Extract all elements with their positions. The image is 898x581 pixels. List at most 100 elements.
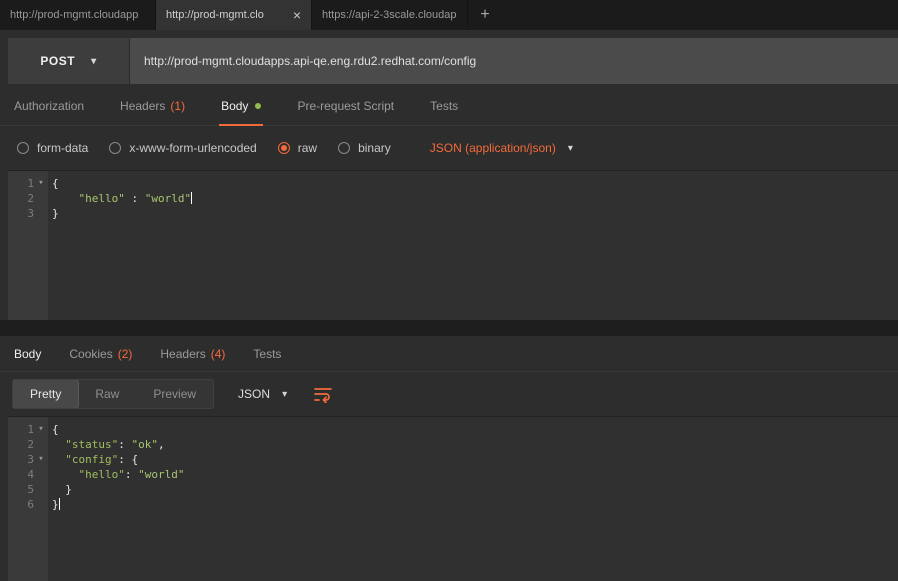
token-plain xyxy=(52,192,79,205)
mode-label: raw xyxy=(298,141,317,155)
tab-label: Body xyxy=(14,347,41,361)
code-text: } xyxy=(48,206,59,221)
token-plain xyxy=(52,468,79,481)
token-plain: { xyxy=(52,177,59,190)
token-string: "hello" xyxy=(79,192,125,205)
body-mode-row: form-data x-www-form-urlencoded raw bina… xyxy=(0,126,898,170)
tab-tests[interactable]: Tests xyxy=(428,86,460,125)
code-line[interactable]: 1▾ { xyxy=(8,176,898,191)
panel-splitter[interactable] xyxy=(0,320,898,336)
fold-spacer xyxy=(34,497,48,512)
close-icon[interactable]: × xyxy=(293,8,301,22)
code-line[interactable]: 1▾ { xyxy=(8,422,898,437)
fold-arrow-icon[interactable]: ▾ xyxy=(34,452,48,467)
code-line[interactable]: 3} xyxy=(8,206,898,221)
view-raw-button[interactable]: Raw xyxy=(78,380,136,408)
mode-binary[interactable]: binary xyxy=(338,141,391,155)
response-toolbar: Pretty Raw Preview JSON ▾ xyxy=(0,372,898,416)
line-number: 4 xyxy=(8,467,34,482)
line-number: 3 xyxy=(8,206,34,221)
request-tab-1[interactable]: http://prod-mgmt.cloudapp xyxy=(0,0,156,30)
code-text: "status": "ok", xyxy=(48,437,165,452)
tab-authorization[interactable]: Authorization xyxy=(12,86,86,125)
radio-form-data[interactable] xyxy=(17,142,29,154)
headers-count-badge: (1) xyxy=(170,99,185,113)
request-tab-3[interactable]: https://api-2-3scale.cloudap xyxy=(312,0,468,30)
wrap-text-button[interactable] xyxy=(313,385,333,403)
wrap-text-icon xyxy=(313,385,333,403)
token-plain: , xyxy=(158,438,165,451)
code-line[interactable]: 2 "hello" : "world" xyxy=(8,191,898,206)
code-line[interactable]: 4 "hello": "world" xyxy=(8,467,898,482)
api-client-window: http://prod-mgmt.cloudapp http://prod-mg… xyxy=(0,0,898,581)
request-url-input[interactable] xyxy=(130,38,898,84)
fold-arrow-icon[interactable]: ▾ xyxy=(34,176,48,191)
request-tab-label: https://api-2-3scale.cloudap xyxy=(322,9,457,21)
response-tab-headers[interactable]: Headers (4) xyxy=(160,347,225,361)
response-tab-body[interactable]: Body xyxy=(14,347,41,361)
line-number: 3 xyxy=(8,452,34,467)
mode-x-www-form-urlencoded[interactable]: x-www-form-urlencoded xyxy=(109,141,256,155)
http-method-dropdown[interactable]: POST ▾ xyxy=(8,38,130,84)
request-body-editor[interactable]: 1▾ {2 "hello" : "world"3} xyxy=(8,170,898,320)
view-preview-button[interactable]: Preview xyxy=(136,380,213,408)
tab-body[interactable]: Body xyxy=(219,86,263,125)
code-line[interactable]: 2 "status": "ok", xyxy=(8,437,898,452)
radio-binary[interactable] xyxy=(338,142,350,154)
headers-count-badge: (4) xyxy=(211,347,226,361)
fold-arrow-icon[interactable]: ▾ xyxy=(34,422,48,437)
request-editor-lines: 1▾ {2 "hello" : "world"3} xyxy=(8,176,898,221)
content-type-dropdown[interactable]: JSON (application/json) ▾ xyxy=(430,141,573,155)
fold-spacer xyxy=(34,437,48,452)
token-key: "config" xyxy=(65,453,118,466)
code-text: { xyxy=(48,422,59,437)
response-tab-tests[interactable]: Tests xyxy=(253,347,281,361)
view-pretty-button[interactable]: Pretty xyxy=(13,380,78,408)
fold-spacer xyxy=(34,191,48,206)
code-text: } xyxy=(48,497,60,512)
line-number: 2 xyxy=(8,437,34,452)
radio-raw[interactable] xyxy=(278,142,290,154)
chevron-down-icon: ▾ xyxy=(282,389,287,400)
code-line[interactable]: 3▾ "config": { xyxy=(8,452,898,467)
line-number: 6 xyxy=(8,497,34,512)
token-plain: } xyxy=(52,498,59,511)
fold-spacer xyxy=(34,482,48,497)
chevron-down-icon: ▾ xyxy=(91,56,97,67)
token-key: "status" xyxy=(65,438,118,451)
fold-spacer xyxy=(34,467,48,482)
tab-label: Pre-request Script xyxy=(297,99,394,113)
token-plain: : xyxy=(125,468,138,481)
code-line[interactable]: 6} xyxy=(8,497,898,512)
tab-headers[interactable]: Headers (1) xyxy=(118,86,187,125)
mode-raw[interactable]: raw xyxy=(278,141,317,155)
request-tab-label: http://prod-mgmt.cloudapp xyxy=(10,9,145,21)
new-tab-button[interactable]: + xyxy=(468,0,502,30)
request-section-tabs: Authorization Headers (1) Body Pre-reque… xyxy=(0,86,898,126)
radio-x-www-form-urlencoded[interactable] xyxy=(109,142,121,154)
token-plain: { xyxy=(52,423,59,436)
request-tab-2-active[interactable]: http://prod-mgmt.clo × xyxy=(156,0,312,30)
code-line[interactable]: 5 } xyxy=(8,482,898,497)
tab-label: Headers xyxy=(160,347,205,361)
response-view-switch: Pretty Raw Preview xyxy=(12,379,214,409)
line-number: 1 xyxy=(8,176,34,191)
text-cursor xyxy=(191,192,192,204)
request-url-row: POST ▾ xyxy=(8,38,898,84)
token-plain xyxy=(52,438,65,451)
tab-label: Body xyxy=(221,99,248,113)
code-text: "hello" : "world" xyxy=(48,191,192,206)
line-number: 1 xyxy=(8,422,34,437)
request-tab-strip: http://prod-mgmt.cloudapp http://prod-mg… xyxy=(0,0,898,30)
tab-prerequest-script[interactable]: Pre-request Script xyxy=(295,86,396,125)
request-tab-label: http://prod-mgmt.clo xyxy=(166,9,285,21)
response-body-editor[interactable]: 1▾{2 "status": "ok",3▾ "config": {4 "hel… xyxy=(8,416,898,581)
content-type-label: JSON (application/json) xyxy=(430,141,556,155)
mode-form-data[interactable]: form-data xyxy=(17,141,88,155)
http-method-label: POST xyxy=(40,54,75,68)
code-text: } xyxy=(48,482,72,497)
tab-label: Tests xyxy=(430,99,458,113)
response-format-dropdown[interactable]: JSON ▾ xyxy=(238,387,287,401)
code-text: "config": { xyxy=(48,452,138,467)
response-tab-cookies[interactable]: Cookies (2) xyxy=(69,347,132,361)
